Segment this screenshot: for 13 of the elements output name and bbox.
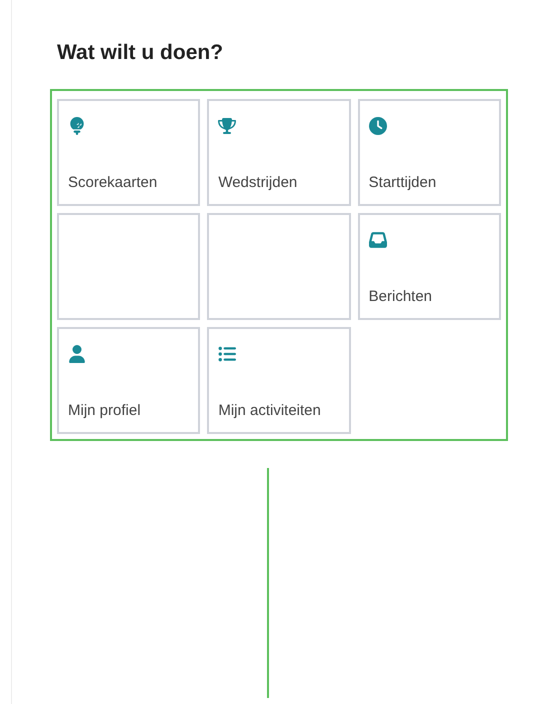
menu-tile[interactable]: Mijn profiel <box>57 327 200 434</box>
golf-ball-tee-icon <box>68 117 86 135</box>
menu-tile[interactable]: Berichten <box>358 213 501 320</box>
person-icon <box>68 345 86 363</box>
trophy-icon <box>218 117 236 135</box>
menu-tile[interactable]: Scorekaarten <box>57 99 200 206</box>
page-heading: Wat wilt u doen? <box>57 42 224 63</box>
list-icon <box>218 345 236 363</box>
menu-tile[interactable]: Starttijden <box>358 99 501 206</box>
clock-icon <box>368 117 387 135</box>
menu-tile[interactable]: Mijn activiteiten <box>207 327 351 434</box>
menu-tile[interactable]: Wedstrijden <box>207 99 351 206</box>
inbox-tray-icon <box>368 231 387 249</box>
